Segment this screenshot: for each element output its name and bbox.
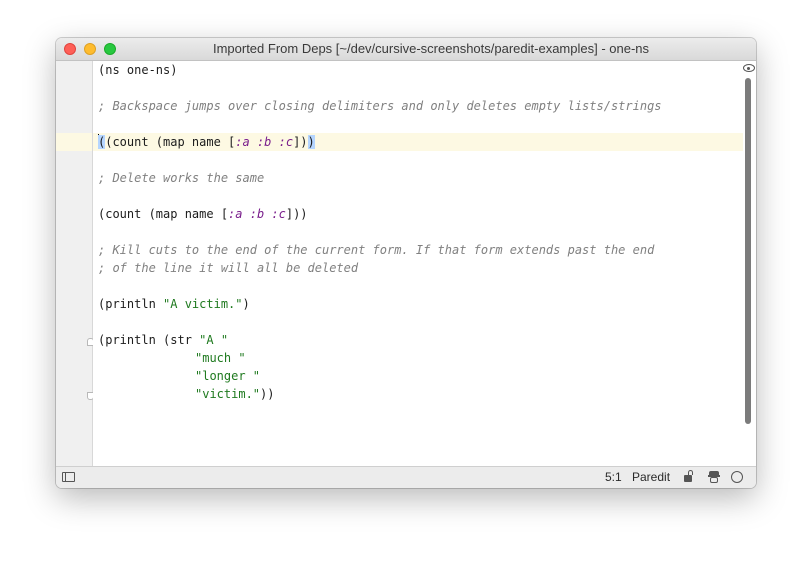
minimize-window-button[interactable] [84,43,96,55]
zoom-window-button[interactable] [104,43,116,55]
code-segment: ]) [293,135,308,149]
lock-icon[interactable] [684,470,693,482]
status-bar: 5:1 Paredit [56,466,756,488]
caret-position[interactable]: 5:1 [605,470,622,484]
code-line-3: ; Backspace jumps over closing delimiter… [98,99,662,113]
code-line-16: (println (str "A " [98,333,229,347]
panel-toggle-icon[interactable] [62,472,75,482]
code-line-12: ; of the line it will all be deleted [98,261,359,275]
window-title: Imported From Deps [~/dev/cursive-screen… [212,41,650,56]
code-line-18: "longer " [195,369,261,383]
vertical-scrollbar[interactable] [745,78,751,424]
close-window-button[interactable] [64,43,76,55]
ide-window: Imported From Deps [~/dev/cursive-screen… [56,38,756,488]
code-line-7: ; Delete works the same [98,171,265,185]
code-line-14: (println "A victim.") [98,297,250,311]
code-line-17: "much " [195,351,246,365]
code-editor[interactable]: (ns one-ns) ; Backspace jumps over closi… [93,61,756,466]
eye-icon[interactable] [743,64,755,72]
code-line-1: (ns one-ns) [98,63,178,77]
code-line-9: (count (map name [:a :b :c])) [98,207,308,221]
structural-editing-mode[interactable]: Paredit [632,470,670,484]
chat-bubble-icon[interactable] [731,471,743,483]
inspector-icon[interactable] [708,470,720,484]
code-segment: (count (map name [ [105,135,236,149]
keyword-segment: :a :b :c [235,135,294,149]
code-line-5: ((count (map name [:a :b :c])) [98,133,315,151]
gutter-caret-line-highlight [56,133,92,151]
title-bar[interactable]: Imported From Deps [~/dev/cursive-screen… [56,38,756,61]
editor-gutter[interactable] [56,61,94,466]
code-line-11: ; Kill cuts to the end of the current fo… [98,243,655,257]
code-line-19: "victim.")) [195,387,275,401]
matched-close-paren: ) [307,135,315,149]
